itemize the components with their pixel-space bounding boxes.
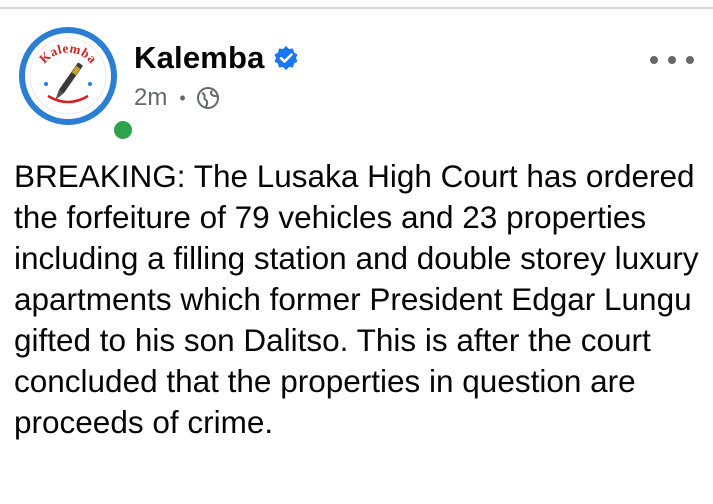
post-meta: 2m •: [134, 84, 220, 112]
verified-badge-icon: [273, 45, 299, 71]
online-status-dot: [110, 117, 136, 143]
more-dot: [668, 56, 676, 64]
author-name[interactable]: Kalemba: [134, 40, 265, 76]
more-options-icon[interactable]: [650, 50, 694, 70]
post-body-text: BREAKING: The Lusaka High Court has orde…: [14, 158, 699, 440]
kalemba-logo: Kalemba: [18, 26, 118, 126]
author-row: Kalemba: [134, 40, 299, 76]
meta-separator: •: [179, 87, 186, 108]
post-timestamp[interactable]: 2m: [134, 84, 167, 112]
top-divider: [0, 7, 713, 9]
more-dot: [650, 56, 658, 64]
globe-icon[interactable]: [196, 86, 220, 110]
more-dot: [686, 56, 694, 64]
avatar[interactable]: Kalemba: [16, 24, 136, 143]
